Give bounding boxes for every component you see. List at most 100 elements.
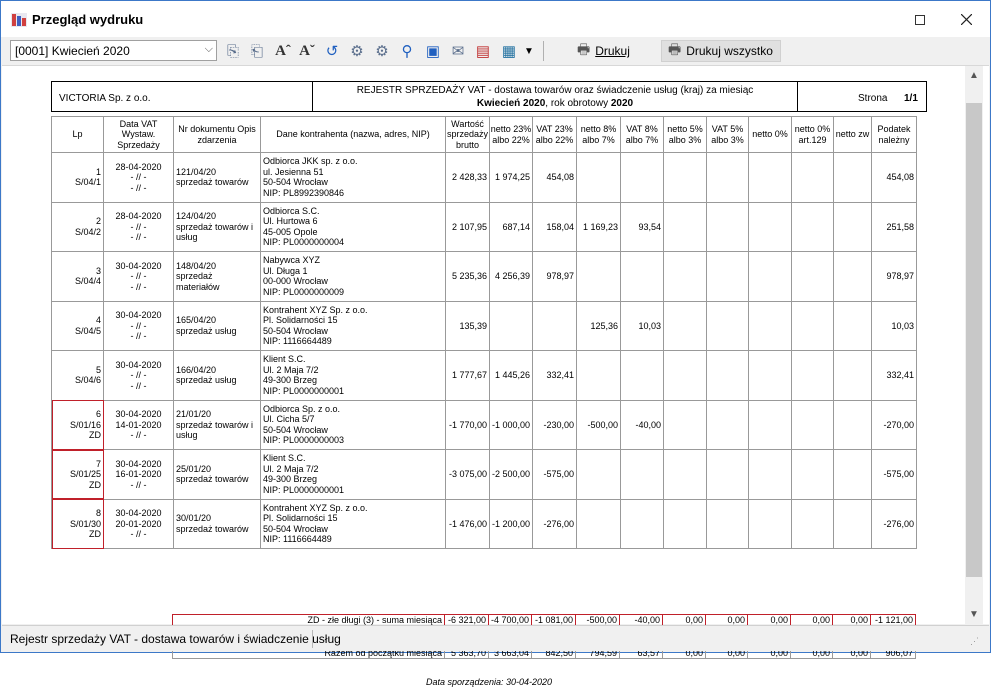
column-header: Wartość sprzedaży brutto — [445, 116, 490, 153]
table-body: 1 S/04/1 28-04-2020- // -- // -121/04/20 sp… — [51, 152, 917, 549]
save-icon[interactable]: ▣ — [423, 41, 443, 61]
table-cell — [706, 350, 749, 401]
cell-line: 50-504 Wrocław — [263, 424, 328, 435]
email-icon[interactable]: ✉ — [448, 41, 468, 61]
table-row[interactable]: 7 S/01/25 ZD 30-04-2020 16-01-2020- // -25/0… — [51, 449, 917, 500]
cell-line: 166/04/20 — [176, 364, 217, 375]
cell-line: Ul. 2 Maja 7/2 — [263, 463, 319, 474]
export-icon[interactable]: ⎘ — [223, 41, 243, 61]
cell-line: 3 — [95, 265, 101, 276]
settings-icon[interactable]: ⚙ — [347, 41, 367, 61]
table-cell — [706, 498, 749, 549]
pdf-icon[interactable]: ▤ — [473, 41, 493, 61]
vertical-scrollbar[interactable]: ▲ ▼ — [965, 66, 983, 625]
export2-icon[interactable]: ⎗ — [247, 41, 267, 61]
print-button[interactable]: 🖶 Drukuj — [571, 40, 653, 62]
table-row[interactable]: 5 S/04/6 30-04-2020- // -- // -166/04/20 sp… — [51, 350, 917, 401]
table-cell: 28-04-2020- // -- // - — [103, 201, 174, 252]
scroll-up-icon[interactable]: ▲ — [969, 70, 979, 81]
table-cell — [663, 300, 707, 351]
cell-line: - // - — [130, 331, 147, 341]
cell-line: S/04/4 — [74, 276, 101, 287]
print-all-button[interactable]: 🖶 Drukuj wszystko — [661, 40, 781, 62]
cell-line: 30-04-2020 — [115, 409, 162, 419]
cell-line: 30-04-2020 — [115, 260, 162, 271]
table-cell: Nabywca XYZ Ul. Długa 1 00-000 Wrocław NIP:… — [260, 251, 446, 302]
cell-line: 16-01-2020 — [115, 469, 162, 479]
cell-line: NIP: PL0000000001 — [263, 484, 345, 495]
table-row[interactable]: 4 S/04/5 30-04-2020- // -- // -165/04/20 sp… — [51, 300, 917, 351]
table-cell — [663, 498, 707, 549]
export-dropdown-icon[interactable]: ▼ — [519, 41, 539, 61]
cell-line: - // - — [130, 281, 147, 292]
cell-line: 30-04-2020 — [115, 359, 162, 370]
column-header: netto 0% art.129 — [791, 116, 834, 153]
maximize-button[interactable] — [897, 1, 943, 37]
column-header: VAT 8% albo 7% — [620, 116, 664, 153]
scrollbar-thumb[interactable] — [966, 103, 982, 577]
table-cell — [663, 350, 707, 401]
cell-line: S/01/16 — [69, 419, 101, 430]
maximize-icon — [915, 15, 925, 25]
table-cell — [663, 449, 707, 500]
table-cell: 28-04-2020- // -- // - — [103, 152, 174, 203]
cell-line: sprzedaż — [176, 271, 213, 281]
table-cell: 135,39 — [445, 300, 490, 351]
table-cell: Odbiorca Sp. z o.o. Ul. Cicha 5/7 50-504 W… — [260, 399, 446, 450]
table-cell — [576, 251, 621, 302]
table-cell: 454,08 — [532, 152, 577, 203]
printer-icon: 🖶 — [577, 41, 591, 57]
close-icon — [961, 14, 972, 25]
table-row[interactable]: 2 S/04/2 28-04-2020- // -- // -124/04/20 sp… — [51, 201, 917, 252]
table-cell: Klient S.C. Ul. 2 Maja 7/2 49-300 Brzeg NIP… — [260, 350, 446, 401]
cell-line: NIP: PL0000000009 — [263, 286, 345, 297]
table-cell: 6 S/01/16 ZD — [51, 399, 104, 450]
table-cell — [833, 300, 872, 351]
cell-line: Ul. Cicha 5/7 — [263, 414, 315, 425]
cell-line: 49-300 Brzeg — [263, 375, 318, 386]
cell-line: ZD — [89, 430, 101, 440]
cell-line: Kontrahent XYZ Sp. z o.o. — [263, 502, 368, 513]
table-cell — [791, 300, 834, 351]
table-cell: 148/04/20 sprzedaż materiałów — [173, 251, 261, 302]
font-larger-icon[interactable]: Aˆ — [273, 41, 293, 61]
search-icon[interactable]: ⚲ — [397, 41, 417, 61]
table-row[interactable]: 1 S/04/1 28-04-2020- // -- // -121/04/20 sp… — [51, 152, 917, 203]
period-select[interactable]: [0001] Kwiecień 2020 ⌵ — [10, 40, 217, 61]
table-cell — [833, 498, 872, 549]
table-row[interactable]: 6 S/01/16 ZD 30-04-2020 14-01-2020- // -21/0… — [51, 399, 917, 450]
table-cell: 2 428,33 — [445, 152, 490, 203]
cell-line: 2 — [95, 216, 101, 227]
cell-line: 8 — [95, 508, 101, 518]
font-smaller-icon[interactable]: Aˇ — [297, 41, 317, 61]
resize-grip-icon[interactable]: ⋰ — [970, 636, 979, 647]
cell-line: S/01/30 — [69, 518, 101, 529]
table-cell: 8 S/01/30 ZD — [51, 498, 104, 549]
close-button[interactable] — [944, 1, 990, 37]
table-cell: -1 476,00 — [445, 498, 490, 549]
settings2-icon[interactable]: ⚙ — [372, 41, 392, 61]
cell-line: 50-504 Wrocław — [263, 325, 328, 336]
cell-line: - // - — [130, 271, 147, 281]
table-row[interactable]: 8 S/01/30 ZD 30-04-2020 20-01-2020- // -30/0… — [51, 498, 917, 549]
excel-icon[interactable]: ▦ — [499, 41, 519, 61]
table-cell: 30-04-2020 16-01-2020- // - — [103, 449, 174, 500]
cell-line: 5 — [95, 364, 101, 375]
summary-value: -6 321,00 — [444, 614, 489, 626]
table-cell — [833, 449, 872, 500]
table-row[interactable]: 3 S/04/4 30-04-2020- // -- // -148/04/20 sp… — [51, 251, 917, 302]
table-cell — [791, 152, 834, 203]
table-cell: 1 S/04/1 — [51, 152, 104, 203]
table-cell — [620, 449, 664, 500]
table-cell — [706, 449, 749, 500]
refresh-icon[interactable]: ↺ — [322, 41, 342, 61]
table-cell: -1 770,00 — [445, 399, 490, 450]
table-cell: -270,00 — [871, 399, 917, 450]
table-cell — [620, 152, 664, 203]
summary-value: -40,00 — [619, 614, 663, 626]
scroll-down-icon[interactable]: ▼ — [969, 609, 979, 620]
table-cell: 30-04-2020 20-01-2020- // - — [103, 498, 174, 549]
report-viewer[interactable]: VICTORIA Sp. z o.o. REJESTR SPRZEDAŻY VA… — [2, 65, 989, 687]
cell-line: - // - — [130, 529, 147, 539]
table-cell: 4 S/04/5 — [51, 300, 104, 351]
